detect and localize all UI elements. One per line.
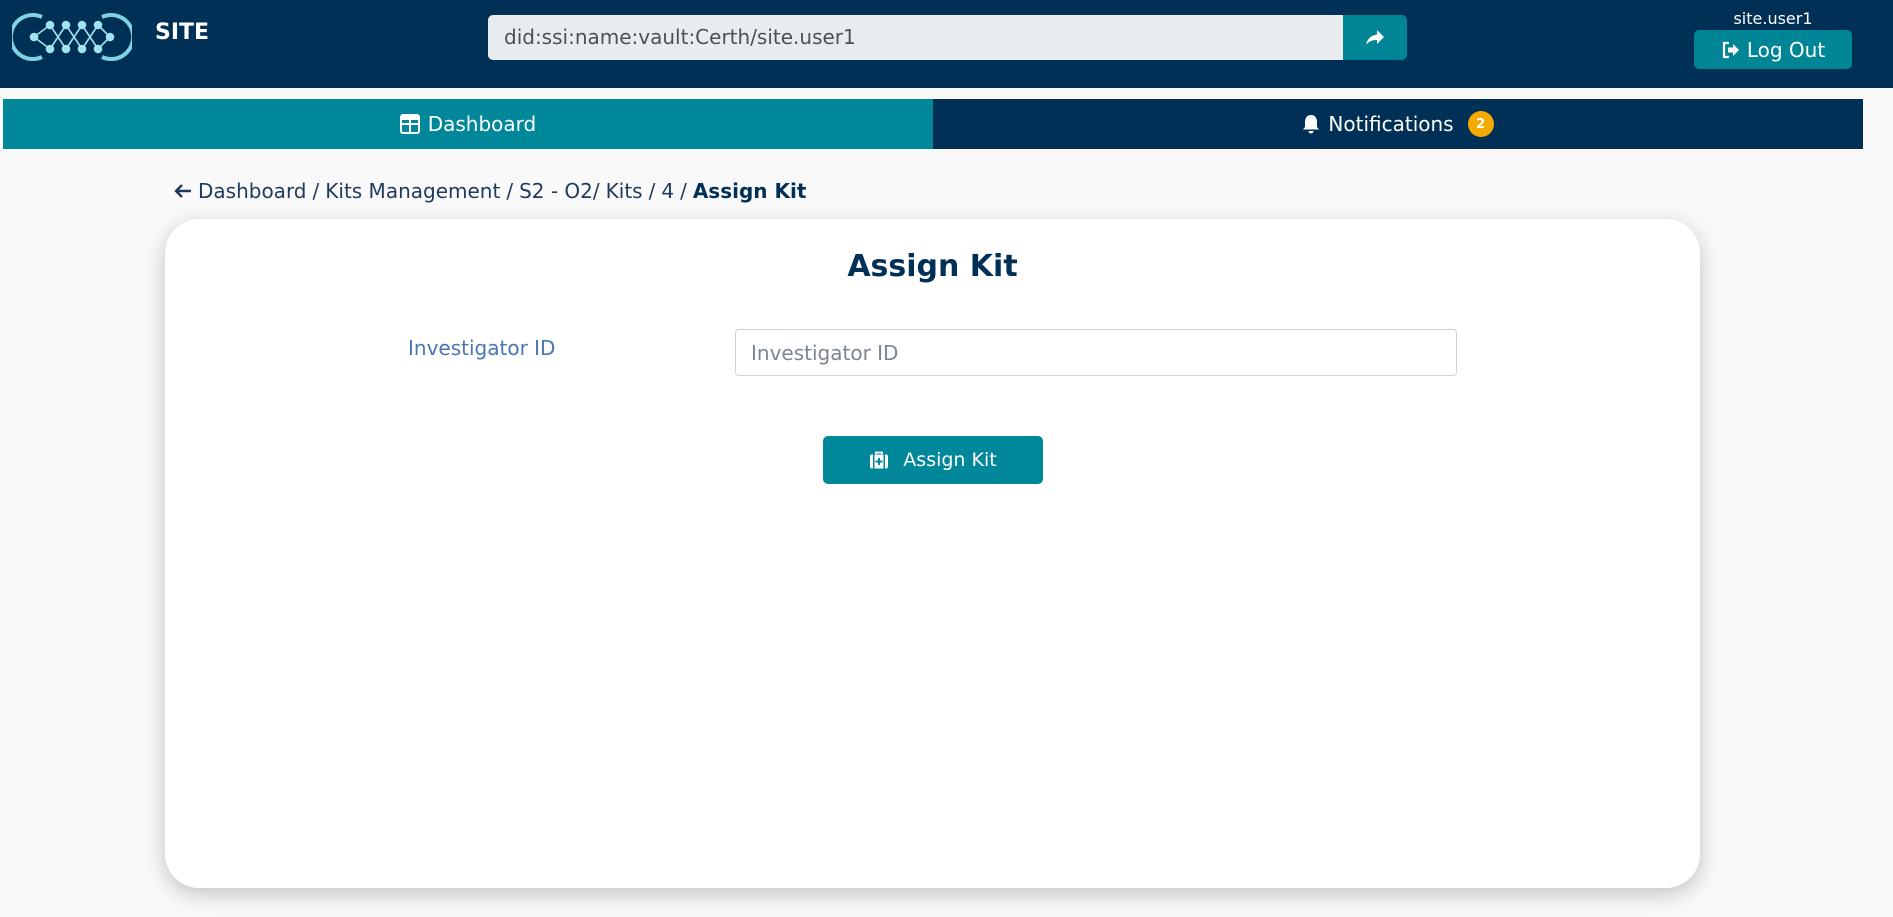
tab-dashboard-label: Dashboard [427,112,537,136]
main-tabs: Dashboard Notifications 2 [3,99,1863,149]
tab-notifications[interactable]: Notifications 2 [933,99,1863,149]
breadcrumb-separator: / [506,179,514,203]
breadcrumb-separator: / [592,179,600,203]
top-navbar: SITE did:ssi:name:vault:Certh/site.user1… [0,0,1893,88]
breadcrumb-item-kits-management[interactable]: Kits Management [325,179,500,203]
bell-icon [1303,115,1320,134]
breadcrumb-separator: / [680,179,687,203]
sign-out-icon [1722,41,1739,58]
breadcrumb-item-4[interactable]: 4 [661,179,674,203]
tab-notifications-label: Notifications [1328,112,1454,136]
tab-dashboard[interactable]: Dashboard [3,99,933,149]
breadcrumb: Dashboard / Kits Management / S2 - O2 / … [174,178,806,204]
breadcrumb-item-s2-o2[interactable]: S2 - O2 [519,179,593,203]
assign-kit-label: Assign Kit [903,449,997,471]
logout-button[interactable]: Log Out [1694,30,1852,69]
assign-kit-card: Assign Kit Investigator ID Assign Kit [165,219,1700,888]
investigator-id-input[interactable] [735,329,1457,376]
arrow-left-icon[interactable] [174,183,192,199]
breadcrumb-item-dashboard[interactable]: Dashboard [198,179,307,203]
username-label: site.user1 [1733,9,1813,28]
share-arrow-icon [1366,29,1384,45]
breadcrumb-item-kits[interactable]: Kits [606,179,643,203]
assign-kit-button[interactable]: Assign Kit [823,436,1043,484]
page-title: Assign Kit [847,249,1018,284]
did-input[interactable]: did:ssi:name:vault:Certh/site.user1 [488,15,1343,60]
grid-icon [399,114,420,134]
go-button[interactable] [1343,15,1407,60]
logout-label: Log Out [1746,37,1826,62]
breadcrumb-current: Assign Kit [692,179,807,203]
notifications-count-badge: 2 [1467,111,1494,137]
app-logo-icon[interactable] [12,11,132,63]
site-title: SITE [155,20,210,45]
breadcrumb-separator: / [312,179,320,203]
medical-kit-icon [870,451,889,469]
breadcrumb-separator: / [648,179,656,203]
investigator-id-label: Investigator ID [408,336,556,360]
